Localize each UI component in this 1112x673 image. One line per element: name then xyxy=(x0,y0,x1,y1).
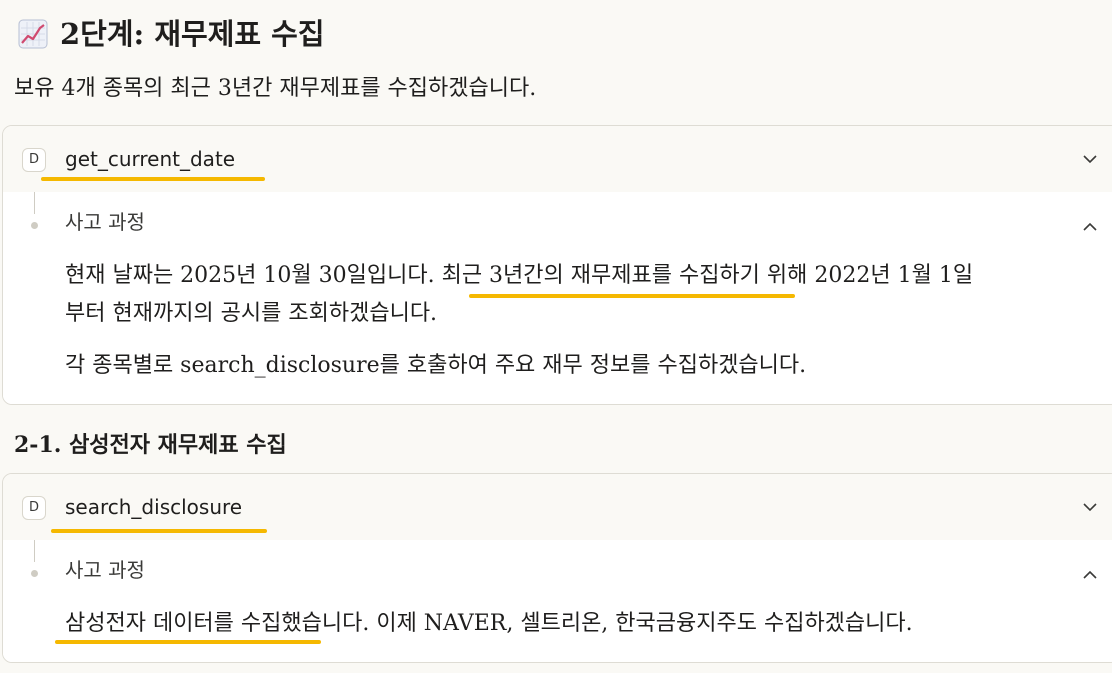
intro-text: 보유 4개 종목의 최근 3년간 재무제표를 수집하겠습니다. xyxy=(14,76,537,101)
chart-increasing-icon xyxy=(18,19,48,49)
subsection-heading: 2-1. 삼성전자 재무제표 수집 xyxy=(14,432,287,458)
chevron-up-icon[interactable] xyxy=(1081,218,1099,236)
section-heading: 2단계: 재무제표 수집 xyxy=(18,14,325,54)
chevron-down-icon[interactable] xyxy=(1081,498,1099,516)
tool-call-header[interactable]: D get_current_date xyxy=(3,126,1112,192)
tool-name[interactable]: get_current_date xyxy=(65,143,235,175)
section-title: 2단계: 재무제표 수집 xyxy=(60,17,325,51)
tool-badge: D xyxy=(22,148,46,172)
tool-call-header[interactable]: D search_disclosure xyxy=(3,474,1112,540)
timeline-dot xyxy=(31,570,38,577)
thinking-section: 사고 과정 현재 날짜는 2025년 10월 30일입니다. 최근 3년간의 재… xyxy=(3,192,1112,404)
chevron-down-icon[interactable] xyxy=(1081,150,1099,168)
highlight-underline xyxy=(469,294,795,298)
thinking-label[interactable]: 사고 과정 xyxy=(65,556,145,584)
highlight-underline xyxy=(51,529,267,533)
highlight-underline xyxy=(41,177,265,181)
thinking-text-line: 현재 날짜는 2025년 10월 30일입니다. 최근 3년간의 재무제표를 수… xyxy=(65,263,974,288)
thinking-section: 사고 과정 삼성전자 데이터를 수집했습니다. 이제 NAVER, 셀트리온, … xyxy=(3,540,1112,662)
thinking-text-line: 부터 현재까지의 공시를 조회하겠습니다. xyxy=(65,301,438,326)
tool-call-card-get-current-date: D get_current_date 사고 과정 현재 날짜는 2025년 10… xyxy=(2,125,1112,405)
thinking-text: 삼성전자 데이터를 수집했습니다. 이제 NAVER, 셀트리온, 한국금융지주… xyxy=(65,611,913,636)
tool-call-card-search-disclosure: D search_disclosure 사고 과정 삼성전자 데이터를 수집했습… xyxy=(2,473,1112,663)
tool-badge: D xyxy=(22,496,46,520)
tool-name[interactable]: search_disclosure xyxy=(65,491,242,523)
page: 2단계: 재무제표 수집 보유 4개 종목의 최근 3년간 재무제표를 수집하겠… xyxy=(0,0,1112,673)
thinking-label[interactable]: 사고 과정 xyxy=(65,208,145,236)
timeline-dot xyxy=(31,222,38,229)
chevron-up-icon[interactable] xyxy=(1081,566,1099,584)
highlight-underline xyxy=(55,640,321,644)
thinking-text: 각 종목별로 search_disclosure를 호출하여 주요 재무 정보를… xyxy=(65,353,807,378)
timeline-connector xyxy=(34,192,35,214)
timeline-connector xyxy=(34,540,35,562)
